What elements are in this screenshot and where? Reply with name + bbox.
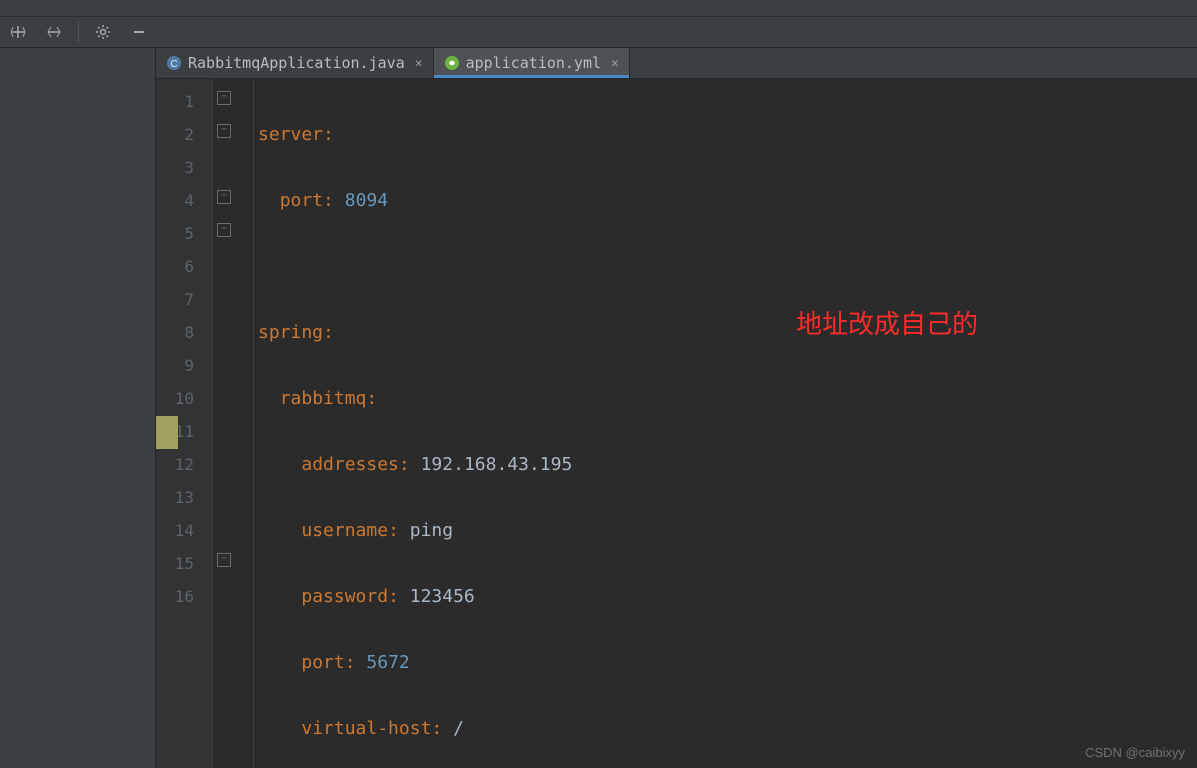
tab-rabbitmq-application[interactable]: C RabbitmqApplication.java ✕: [156, 48, 434, 78]
expand-all-icon[interactable]: [6, 20, 30, 44]
tab-application-yml[interactable]: application.yml ✕: [434, 48, 630, 78]
line-number: 8: [156, 316, 212, 349]
sidebar-toolbar: [0, 17, 1197, 48]
code-line[interactable]: port: 8094: [254, 184, 1197, 217]
code-line[interactable]: virtual-host: /: [254, 712, 1197, 745]
fold-end-icon[interactable]: −: [217, 124, 231, 138]
code-line[interactable]: addresses: 192.168.43.195: [254, 448, 1197, 481]
code-body[interactable]: server: port: 8094 spring: rabbitmq: add…: [254, 79, 1197, 768]
line-number: 13: [156, 481, 212, 514]
line-number: 6: [156, 250, 212, 283]
code-line[interactable]: [254, 250, 1197, 283]
line-number: 14: [156, 514, 212, 547]
line-number-gutter: 1 2 3 4 5 6 7 8 9 10 11 12 13 14 15 16: [156, 79, 213, 768]
line-number: 2: [156, 118, 212, 151]
line-number: 3: [156, 151, 212, 184]
code-editor[interactable]: 1 2 3 4 5 6 7 8 9 10 11 12 13 14 15 16 −: [156, 79, 1197, 768]
toolbar-divider: [78, 22, 79, 42]
fold-end-icon[interactable]: −: [217, 553, 231, 567]
fold-gutter[interactable]: − − − − −: [213, 79, 254, 768]
overlay-annotation: 地址改成自己的: [796, 304, 978, 341]
collapse-all-icon[interactable]: [42, 20, 66, 44]
title-bar-fragment: [0, 0, 1197, 17]
line-number: 12: [156, 448, 212, 481]
editor-area: C RabbitmqApplication.java ✕ application…: [156, 48, 1197, 768]
code-line[interactable]: server:: [254, 118, 1197, 151]
watermark: CSDN @caibixyy: [1085, 745, 1185, 760]
line-number: 7: [156, 283, 212, 316]
tab-label: RabbitmqApplication.java: [188, 54, 405, 72]
line-number: 10: [156, 382, 212, 415]
java-class-icon: C: [166, 55, 182, 71]
code-line[interactable]: port: 5672: [254, 646, 1197, 679]
vcs-change-marker: [156, 416, 178, 449]
code-line[interactable]: spring:: [254, 316, 1197, 349]
editor-tabs: C RabbitmqApplication.java ✕ application…: [156, 48, 1197, 79]
fold-toggle-icon[interactable]: −: [217, 223, 231, 237]
line-number: 15: [156, 547, 212, 580]
spring-config-icon: [444, 55, 460, 71]
close-icon[interactable]: ✕: [415, 56, 423, 71]
close-icon[interactable]: ✕: [611, 56, 619, 71]
fold-toggle-icon[interactable]: −: [217, 190, 231, 204]
project-sidebar[interactable]: [0, 48, 156, 768]
line-number: 16: [156, 580, 212, 613]
code-line[interactable]: username: ping: [254, 514, 1197, 547]
svg-text:C: C: [170, 59, 177, 70]
line-number: 1: [156, 85, 212, 118]
gear-icon[interactable]: [91, 20, 115, 44]
code-line[interactable]: password: 123456: [254, 580, 1197, 613]
fold-toggle-icon[interactable]: −: [217, 91, 231, 105]
tab-label: application.yml: [466, 54, 601, 72]
line-number: 9: [156, 349, 212, 382]
line-number: 5: [156, 217, 212, 250]
code-line[interactable]: rabbitmq:: [254, 382, 1197, 415]
hide-panel-icon[interactable]: [127, 20, 151, 44]
line-number: 4: [156, 184, 212, 217]
